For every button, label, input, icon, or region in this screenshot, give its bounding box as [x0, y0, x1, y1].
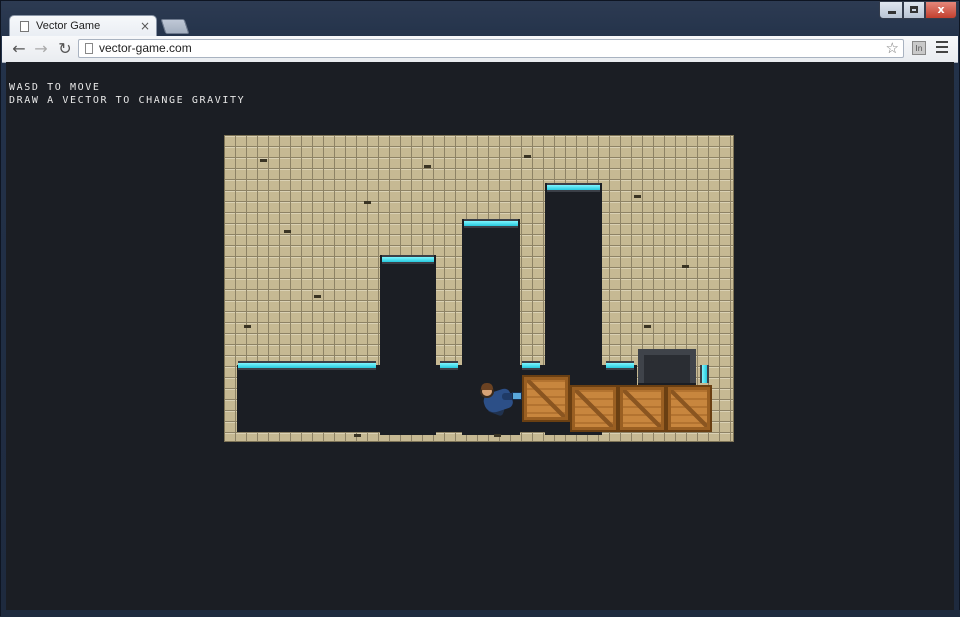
- page-icon: [20, 21, 29, 32]
- gravity-pad-vertical: [700, 365, 709, 383]
- new-tab-button[interactable]: [160, 19, 190, 34]
- bookmark-star-icon[interactable]: ☆: [886, 39, 899, 57]
- crate[interactable]: [570, 385, 618, 432]
- address-bar[interactable]: vector-game.com ☆: [78, 39, 904, 58]
- wall-crack: [314, 295, 321, 298]
- close-tab-icon[interactable]: ×: [140, 19, 150, 33]
- crate[interactable]: [522, 375, 570, 422]
- instruction-move: WASD TO MOVE: [9, 82, 101, 93]
- wall-crack: [494, 434, 501, 437]
- exit-gate[interactable]: [638, 349, 696, 383]
- wall-crack: [244, 325, 251, 328]
- tab-title: Vector Game: [36, 20, 101, 32]
- forward-arrow-icon[interactable]: →: [32, 39, 50, 59]
- extension-icon[interactable]: In: [912, 41, 926, 55]
- instruction-gravity: DRAW A VECTOR TO CHANGE GRAVITY: [9, 95, 246, 106]
- reload-icon[interactable]: ↻: [56, 39, 74, 59]
- wall-crack: [284, 230, 291, 233]
- browser-window: Vector Game × x ← → ↻ vector-game.com ☆ …: [0, 0, 960, 617]
- gravity-pad: [547, 183, 600, 192]
- menu-icon[interactable]: [936, 41, 948, 55]
- gravity-pad: [522, 361, 540, 370]
- wall-crack: [644, 325, 651, 328]
- tab-vector-game[interactable]: Vector Game ×: [9, 15, 157, 37]
- crate[interactable]: [666, 385, 712, 432]
- game-viewport[interactable]: WASD TO MOVE DRAW A VECTOR TO CHANGE GRA…: [6, 62, 954, 610]
- browser-toolbar: ← → ↻ vector-game.com ☆ In: [2, 36, 958, 63]
- wall-crack: [260, 159, 267, 162]
- minimize-button[interactable]: [879, 1, 903, 19]
- gravity-pad: [440, 361, 458, 370]
- page-icon: [85, 43, 93, 54]
- wall-crack: [682, 265, 689, 268]
- maximize-button[interactable]: [903, 1, 925, 19]
- wall-crack: [524, 155, 531, 158]
- wall-crack: [634, 195, 641, 198]
- gravity-pad: [606, 361, 634, 370]
- tab-strip: Vector Game × x: [1, 1, 960, 37]
- gravity-pad: [238, 361, 376, 370]
- gravity-pad: [464, 219, 518, 228]
- player-gun: [512, 392, 522, 400]
- wall-crack: [424, 165, 431, 168]
- player-character[interactable]: [478, 383, 522, 417]
- crate[interactable]: [618, 385, 666, 432]
- url-text[interactable]: vector-game.com: [99, 41, 192, 55]
- back-arrow-icon[interactable]: ←: [10, 39, 28, 59]
- gravity-pad: [382, 255, 434, 264]
- wall-crack: [354, 434, 361, 437]
- wall-crack: [364, 201, 371, 204]
- player-hair: [481, 383, 493, 390]
- close-window-button[interactable]: x: [925, 1, 957, 19]
